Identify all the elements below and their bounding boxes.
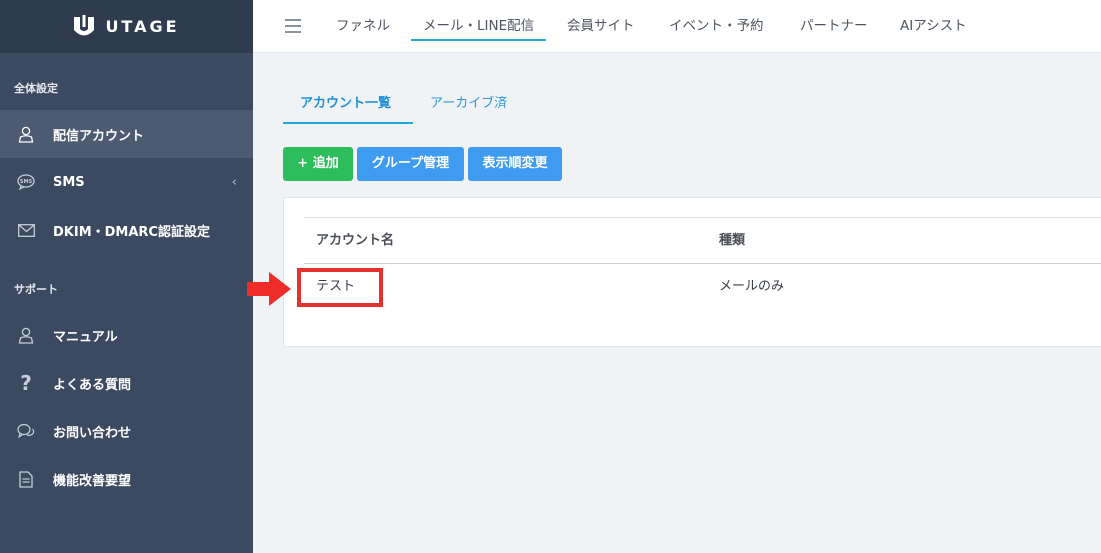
top-nav: ファネル メール・LINE配信 会員サイト イベント・予約 パートナー AIアシ… [253,0,1101,53]
chat-icon [17,422,35,440]
hamburger-menu-icon[interactable] [285,19,301,33]
sidebar-item-label: お問い合わせ [53,425,132,441]
sidebar: UTAGE 全体設定 配信アカウント SMS SMS ‹ DKIM・DMARC認… [0,0,253,553]
nav-partner[interactable]: パートナー [800,0,868,53]
logo-text: UTAGE [105,17,180,36]
account-type-cell: メールのみ [719,279,785,294]
nav-active-indicator [411,39,547,41]
sidebar-item-feature-request[interactable]: 機能改善要望 [0,455,253,503]
sidebar-item-label: DKIM・DMARC認証設定 [53,224,210,240]
document-icon [17,470,35,488]
column-header-account-name: アカウント名 [316,233,395,248]
mail-icon [17,221,35,239]
tab-account-list[interactable]: アカウント一覧 [300,88,391,124]
user-icon [17,326,35,344]
nav-mail-line-label: メール・LINE配信 [423,18,535,34]
sidebar-item-label: マニュアル [53,329,118,345]
tab-archived[interactable]: アーカイブ済 [430,88,507,124]
user-icon [17,125,35,143]
sidebar-item-label: 配信アカウント [53,128,145,144]
chevron-left-icon: ‹ [231,174,237,190]
nav-member-site[interactable]: 会員サイト [567,0,635,53]
logo[interactable]: UTAGE [0,0,253,53]
sidebar-item-label: よくある質問 [53,377,132,393]
svg-text:SMS: SMS [20,179,33,185]
sidebar-item-dkim-dmarc[interactable]: DKIM・DMARC認証設定 [0,206,253,254]
table-header: アカウント名 種類 [304,218,1101,264]
red-highlight-annotation [297,268,383,307]
nav-ai-assist[interactable]: AIアシスト [900,0,967,53]
sidebar-item-label: SMS [53,174,85,190]
account-table-card: アカウント名 種類 テスト メールのみ [283,197,1101,347]
sidebar-item-sms[interactable]: SMS SMS ‹ [0,158,253,206]
question-icon: ? [20,371,32,395]
column-header-type: 種類 [719,233,746,248]
nav-event-reservation[interactable]: イベント・予約 [669,0,764,53]
sidebar-section-general: 全体設定 [14,82,58,95]
sidebar-item-label: 機能改善要望 [53,473,132,489]
red-arrow-annotation [247,272,291,306]
sidebar-item-delivery-account[interactable]: 配信アカウント [0,110,253,158]
sidebar-item-faq[interactable]: ? よくある質問 [0,359,253,407]
nav-funnel[interactable]: ファネル [336,0,390,53]
sidebar-section-support: サポート [14,283,58,296]
sidebar-item-manual[interactable]: マニュアル [0,311,253,359]
group-management-button[interactable]: グループ管理 [357,147,464,181]
utage-logo-icon [74,14,95,35]
add-button[interactable]: + 追加 [283,147,353,181]
nav-mail-line[interactable]: メール・LINE配信 [411,0,547,53]
tab-active-indicator [283,122,413,124]
sidebar-item-contact[interactable]: お問い合わせ [0,407,253,455]
sms-icon: SMS [17,173,35,191]
display-order-button[interactable]: 表示順変更 [468,147,562,181]
